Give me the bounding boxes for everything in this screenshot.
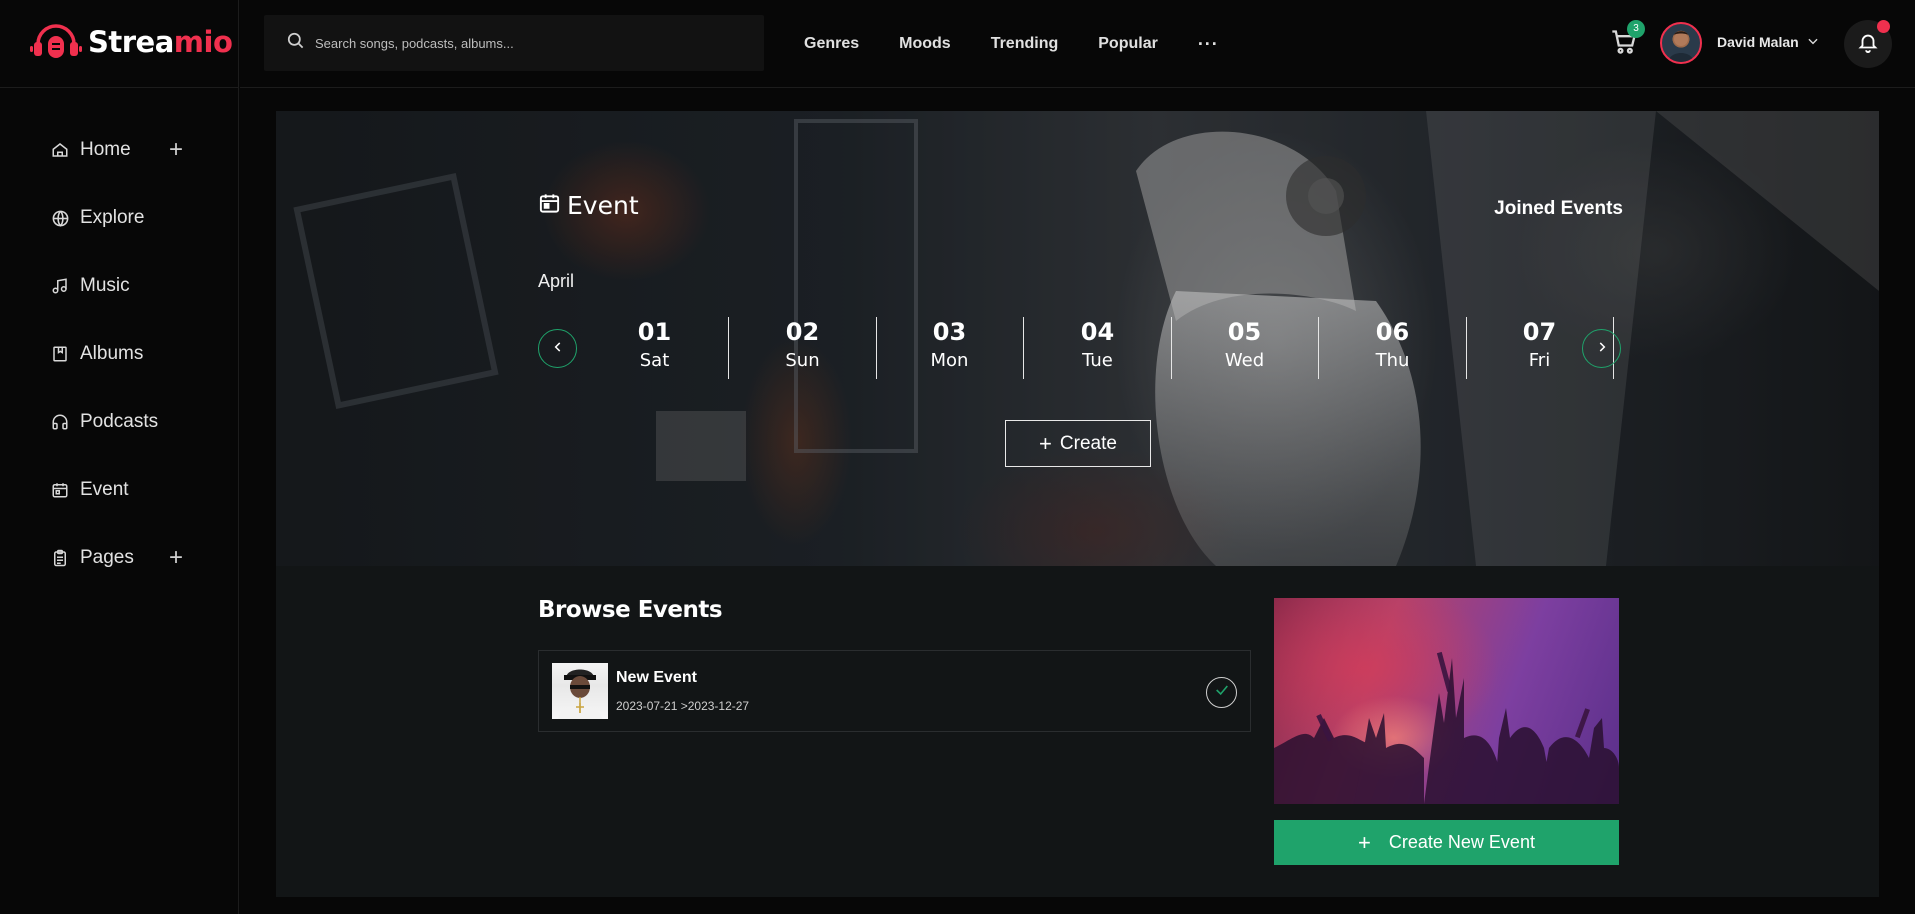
app-name-primary: Strea	[88, 25, 174, 59]
event-list-item[interactable]: New Event 2023-07-21 >2023-12-27	[538, 650, 1251, 732]
joined-check-button[interactable]	[1206, 677, 1237, 708]
date-number: 01	[637, 318, 672, 346]
sidebar: Streamio Home + Explore Music Albums Pod…	[0, 0, 239, 914]
top-bar: Genres Moods Trending Popular ··· 3 Davi…	[240, 0, 1915, 88]
app-logo[interactable]: Streamio	[28, 18, 233, 66]
hero-content: Event Joined Events April 01 Sat 02 Sun	[538, 111, 1623, 566]
top-nav-trending[interactable]: Trending	[991, 35, 1059, 53]
chevron-right-icon	[1595, 340, 1609, 357]
top-nav-popular[interactable]: Popular	[1098, 35, 1158, 53]
globe-icon	[50, 208, 70, 228]
notification-dot	[1877, 20, 1890, 33]
sidebar-item-pages[interactable]: Pages +	[50, 524, 190, 592]
date-weekday: Thu	[1375, 350, 1410, 371]
page-title: Event	[538, 191, 639, 220]
date-number: 03	[932, 318, 967, 346]
chevron-left-icon	[551, 340, 565, 357]
sidebar-item-podcasts[interactable]: Podcasts	[50, 388, 190, 456]
date-number: 02	[785, 318, 820, 346]
date-item[interactable]: 03 Mon	[876, 317, 1024, 379]
date-strip: 01 Sat 02 Sun 03 Mon 04 Tue 05 Wed 06 Th…	[538, 317, 1623, 381]
album-icon	[50, 344, 70, 364]
event-thumbnail	[552, 663, 608, 719]
headphones-logo-icon	[28, 18, 84, 66]
chevron-down-icon[interactable]	[1806, 34, 1820, 53]
date-item[interactable]: 04 Tue	[1024, 317, 1172, 379]
sidebar-item-music[interactable]: Music	[50, 252, 190, 320]
date-item[interactable]: 01 Sat	[581, 317, 729, 379]
sidebar-item-label: Explore	[80, 207, 145, 228]
sidebar-item-label: Albums	[80, 343, 144, 364]
sidebar-item-label: Pages	[80, 547, 134, 568]
headphones-icon	[50, 412, 70, 432]
event-dates: 2023-07-21 >2023-12-27	[616, 699, 750, 713]
calendar-icon	[50, 480, 70, 500]
date-weekday: Wed	[1224, 350, 1265, 371]
home-expand-plus-icon[interactable]: +	[164, 138, 188, 162]
date-weekday: Tue	[1082, 350, 1113, 371]
calendar-icon	[538, 191, 561, 220]
sidebar-item-label: Event	[80, 479, 129, 500]
bell-icon	[1857, 31, 1879, 58]
main-content: Event Joined Events April 01 Sat 02 Sun	[276, 111, 1879, 897]
app-name: Streamio	[88, 25, 233, 59]
sidebar-item-label: Podcasts	[80, 411, 159, 432]
event-hero: Event Joined Events April 01 Sat 02 Sun	[276, 111, 1879, 566]
create-new-event-button[interactable]: + Create New Event	[1274, 820, 1619, 865]
concert-crowd-image	[1274, 598, 1619, 804]
browse-events-title: Browse Events	[538, 597, 723, 623]
prev-week-button[interactable]	[538, 329, 577, 368]
sidebar-item-home[interactable]: Home +	[50, 116, 190, 184]
check-icon	[1214, 682, 1230, 703]
create-event-label: Create	[1059, 432, 1117, 454]
sidebar-divider	[0, 87, 239, 88]
date-number: 06	[1375, 318, 1410, 346]
top-nav-moods[interactable]: Moods	[899, 35, 951, 53]
joined-events-link[interactable]: Joined Events	[1494, 198, 1623, 220]
sidebar-nav: Home + Explore Music Albums Podcasts Eve…	[50, 116, 190, 592]
plus-icon: +	[1039, 430, 1052, 456]
cart-count-badge: 3	[1627, 20, 1645, 38]
pages-expand-plus-icon[interactable]: +	[164, 546, 188, 570]
date-number: 04	[1080, 318, 1115, 346]
date-item[interactable]: 02 Sun	[729, 317, 877, 379]
sidebar-item-event[interactable]: Event	[50, 456, 190, 524]
avatar[interactable]	[1660, 22, 1702, 64]
date-weekday: Mon	[930, 350, 969, 371]
date-item[interactable]: 06 Thu	[1319, 317, 1467, 379]
search-icon	[286, 31, 305, 55]
plus-icon: +	[1358, 829, 1371, 855]
search-input[interactable]	[315, 35, 735, 51]
date-number: 05	[1227, 318, 1262, 346]
home-icon	[50, 140, 70, 160]
event-name: New Event	[616, 669, 697, 686]
music-note-icon	[50, 276, 70, 296]
search-bar[interactable]	[264, 15, 764, 71]
top-nav-genres[interactable]: Genres	[804, 35, 859, 53]
page-title-text: Event	[567, 191, 639, 220]
create-event-button[interactable]: + Create	[1005, 420, 1151, 467]
sidebar-item-explore[interactable]: Explore	[50, 184, 190, 252]
date-weekday: Sun	[785, 350, 820, 371]
user-name[interactable]: David Malan	[1717, 34, 1799, 50]
more-menu-icon[interactable]: ···	[1198, 34, 1219, 55]
month-label: April	[538, 271, 575, 291]
sidebar-item-label: Music	[80, 275, 130, 296]
create-new-event-label: Create New Event	[1388, 832, 1535, 852]
cart-icon	[1610, 30, 1638, 60]
sidebar-item-label: Home	[80, 139, 131, 160]
next-week-button[interactable]	[1582, 329, 1621, 368]
clipboard-icon	[50, 548, 70, 568]
date-weekday: Sat	[639, 350, 670, 371]
sidebar-item-albums[interactable]: Albums	[50, 320, 190, 388]
date-item[interactable]: 05 Wed	[1171, 317, 1319, 379]
notifications-button[interactable]	[1844, 20, 1892, 68]
top-nav: Genres Moods Trending Popular ···	[804, 0, 1219, 88]
app-name-accent: mio	[173, 25, 233, 59]
cart-button[interactable]: 3	[1610, 20, 1645, 60]
